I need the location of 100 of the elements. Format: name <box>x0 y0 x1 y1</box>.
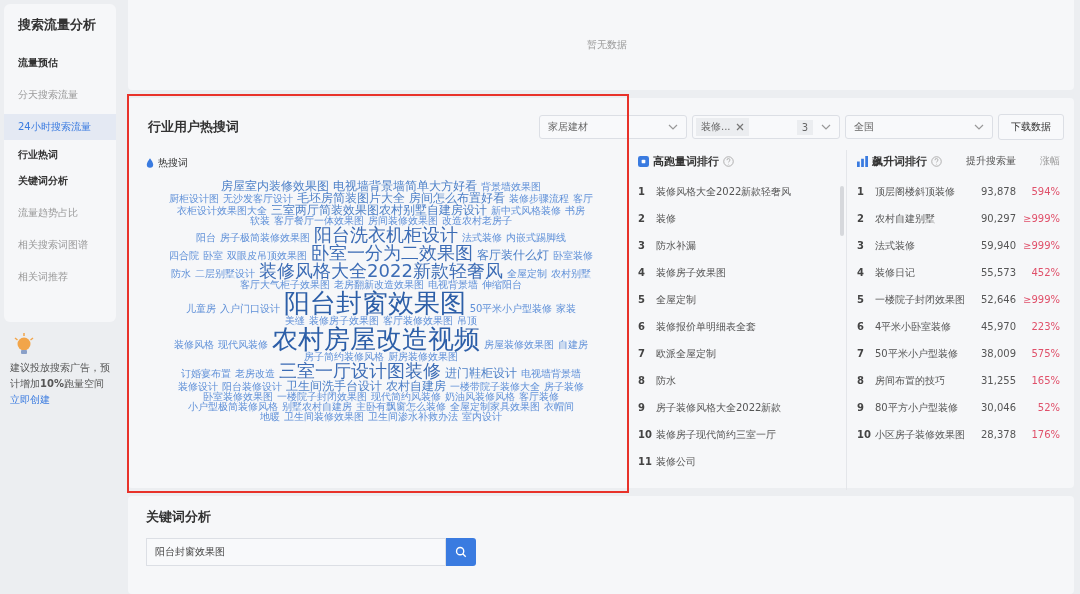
keyword-text[interactable]: 装修报价单明细表全套 <box>656 319 846 334</box>
cloud-word[interactable]: 装修步骤流程 <box>509 194 569 204</box>
keyword-text[interactable]: 装修公司 <box>656 454 846 469</box>
cloud-word[interactable]: 阳台装修设计 <box>222 382 282 392</box>
cloud-word[interactable]: 三室一厅设计图装修 <box>279 362 441 380</box>
cloud-word[interactable]: 客厅装修 <box>519 392 559 402</box>
cloud-word[interactable]: 房间装修效果图 <box>368 216 438 226</box>
cloud-word[interactable]: 吊顶 <box>457 316 477 326</box>
cloud-word[interactable]: 订婚宴布置 <box>181 369 231 379</box>
cloud-word[interactable]: 阳台封窗效果图 <box>283 290 466 316</box>
cloud-word[interactable]: 老房翻新改造效果图 <box>334 280 424 290</box>
keyword-text[interactable]: 法式装修 <box>875 236 970 255</box>
cloud-word[interactable]: 地暖 <box>260 412 280 422</box>
cloud-word[interactable]: 装修风格大全2022新款轻奢风 <box>259 262 503 280</box>
keyword-text[interactable]: 防水补漏 <box>656 238 846 253</box>
cloud-word[interactable]: 装修设计 <box>178 382 218 392</box>
cloud-word[interactable]: 阳台洗衣机柜设计 <box>314 226 458 244</box>
cloud-word[interactable]: 双眼皮吊顶效果图 <box>227 251 307 261</box>
keyword-text[interactable]: 欧派全屋定制 <box>656 346 846 361</box>
cloud-word[interactable]: 衣帽间 <box>544 402 574 412</box>
cloud-word[interactable]: 卫生间洗手台设计 <box>286 380 382 392</box>
cloud-word[interactable]: 电视背景墙 <box>428 280 478 290</box>
cloud-word[interactable]: 房子简约装修风格 <box>304 352 384 362</box>
cloud-word[interactable]: 衣柜设计效果图大全 <box>177 206 267 216</box>
keyword-text[interactable]: 80平方小户型装修 <box>875 398 970 417</box>
download-button[interactable]: 下载数据 <box>998 114 1064 140</box>
cloud-word[interactable]: 厨房装修效果图 <box>388 352 458 362</box>
nav-item[interactable]: 流量趋势占比 <box>4 200 116 226</box>
cloud-word[interactable]: 电视墙背景墙 <box>521 369 581 379</box>
keyword-text[interactable]: 50平米小户型装修 <box>875 344 970 363</box>
category-dropdown[interactable]: 家居建材 <box>539 115 687 139</box>
cloud-word[interactable]: 现代风装修 <box>218 340 268 350</box>
cloud-word[interactable]: 三室两厅简装效果图农村别墅自建房设计 <box>271 204 487 216</box>
cloud-word[interactable]: 奶油风装修风格 <box>445 392 515 402</box>
create-link[interactable]: 立即创建 <box>10 394 50 405</box>
cloud-word[interactable]: 室内设计 <box>462 412 502 422</box>
cloud-word[interactable]: 无沙发客厅设计 <box>223 194 293 204</box>
cloud-word[interactable]: 毛坯房简装图片大全 <box>297 192 405 204</box>
cloud-word[interactable]: 书房 <box>565 206 585 216</box>
cloud-word[interactable]: 阳台 <box>196 233 216 243</box>
cloud-word[interactable]: 小户型极简装修风格 <box>188 402 278 412</box>
cloud-word[interactable]: 别墅农村自建房 <box>282 402 352 412</box>
cloud-word[interactable]: 儿童房 <box>185 304 216 314</box>
cloud-word[interactable]: 卫生间装修效果图 <box>284 412 364 422</box>
cloud-word[interactable]: 伸缩阳台 <box>482 280 522 290</box>
cloud-word[interactable]: 软装 <box>250 216 270 226</box>
keyword-text[interactable]: 全屋定制 <box>656 292 846 307</box>
keyword-text[interactable]: 小区房子装修效果图 <box>875 425 970 444</box>
cloud-word[interactable]: 入户门口设计 <box>219 304 280 314</box>
cloud-word[interactable]: 全屋定制 <box>506 269 547 279</box>
nav-item[interactable]: 相关词推荐 <box>4 264 116 290</box>
cloud-word[interactable]: 农村房屋改造视频 <box>272 326 480 352</box>
cloud-word[interactable]: 一楼带院子装修大全 <box>450 382 540 392</box>
cloud-word[interactable]: 客厅装修效果图 <box>383 316 453 326</box>
cloud-word[interactable]: 农村别墅 <box>550 269 591 279</box>
cloud-word[interactable]: 二层别墅设计 <box>195 269 256 279</box>
cloud-word[interactable]: 50平米小户型装修 <box>469 304 553 314</box>
keyword-text[interactable]: 房间布置的技巧 <box>875 371 970 390</box>
cloud-word[interactable]: 电视墙背景墙简单大方好看 <box>333 180 477 192</box>
help-icon[interactable] <box>723 155 734 167</box>
cloud-word[interactable]: 装修房子效果图 <box>309 316 379 326</box>
search-field[interactable]: 阳台封窗效果图 <box>146 538 446 566</box>
cloud-word[interactable]: 卧室 <box>203 251 223 261</box>
cloud-word[interactable]: 客厅 <box>573 194 593 204</box>
keyword-text[interactable]: 装修房子效果图 <box>656 265 846 280</box>
region-dropdown[interactable]: 全国 <box>845 115 993 139</box>
keyword-text[interactable]: 4平米小卧室装修 <box>875 317 970 336</box>
cloud-word[interactable]: 卧室一分为二效果图 <box>311 244 473 262</box>
nav-item[interactable]: 24小时搜索流量 <box>4 114 116 140</box>
keyword-text[interactable]: 防水 <box>656 373 846 388</box>
scrollbar[interactable] <box>840 186 844 236</box>
cloud-word[interactable]: 房子极简装修效果图 <box>220 233 310 243</box>
cloud-word[interactable]: 客厅装什么灯 <box>477 249 549 261</box>
cloud-word[interactable]: 客厅大气柜子效果图 <box>240 280 330 290</box>
cloud-word[interactable]: 老房改造 <box>235 369 275 379</box>
cloud-word[interactable]: 卧室装修 <box>553 251 593 261</box>
keyword-text[interactable]: 装修风格大全2022新款轻奢风 <box>656 184 846 199</box>
cloud-word[interactable]: 厨柜设计图 <box>169 194 219 204</box>
cloud-word[interactable]: 改造农村老房子 <box>442 216 512 226</box>
keyword-text[interactable]: 一楼院子封闭效果图 <box>875 290 970 309</box>
help-icon[interactable] <box>931 155 942 167</box>
keyword-text[interactable]: 装修日记 <box>875 263 970 282</box>
cloud-word[interactable]: 背景墙效果图 <box>481 182 541 192</box>
keyword-text[interactable]: 顶层阁楼斜顶装修 <box>875 182 970 201</box>
cloud-word[interactable]: 新中式风格装修 <box>491 206 561 216</box>
cloud-word[interactable]: 一楼院子封闭效果图 <box>277 392 367 402</box>
cloud-word[interactable]: 四合院 <box>169 251 199 261</box>
keyword-text[interactable]: 房子装修风格大全2022新款 <box>656 400 846 415</box>
cloud-word[interactable]: 全屋定制家具效果图 <box>450 402 540 412</box>
cloud-word[interactable]: 卧室装修效果图 <box>203 392 273 402</box>
cloud-word[interactable]: 装修风格 <box>174 340 214 350</box>
nav-item[interactable]: 相关搜索词图谱 <box>4 232 116 258</box>
cloud-word[interactable]: 农村自建房 <box>386 380 446 392</box>
cloud-word[interactable]: 自建房 <box>558 340 588 350</box>
cloud-word[interactable]: 家装 <box>556 304 577 314</box>
nav-item[interactable]: 分天搜索流量 <box>4 82 116 108</box>
cloud-word[interactable]: 房屋室内装修效果图 <box>221 180 329 192</box>
cloud-word[interactable]: 法式装修 <box>462 233 502 243</box>
cloud-word[interactable]: 现代简约风装修 <box>371 392 441 402</box>
cloud-word[interactable]: 主卧有飘窗怎么装修 <box>356 402 446 412</box>
